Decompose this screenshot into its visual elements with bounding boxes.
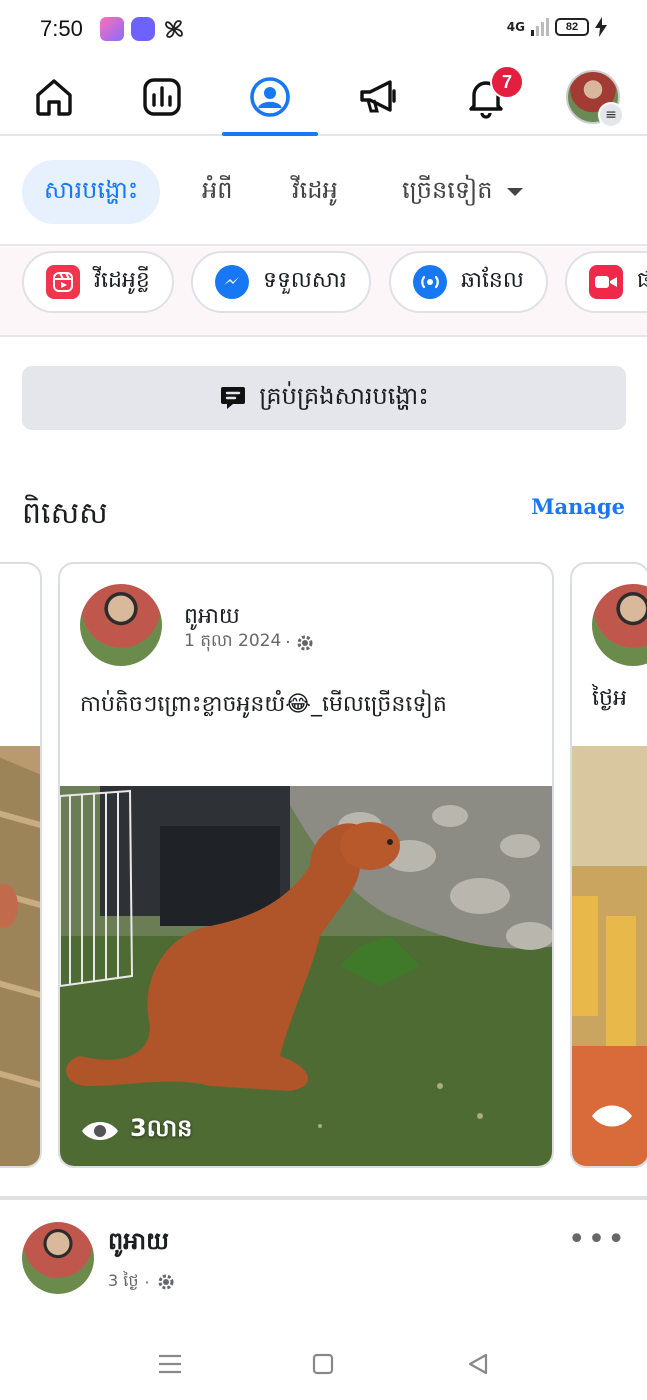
manage-posts-button[interactable]: គ្រប់គ្រងសារបង្ហោះ — [22, 366, 626, 430]
nav-dashboard[interactable] — [114, 66, 210, 128]
chip-live[interactable]: ផ — [565, 251, 647, 313]
manage-posts-label: គ្រប់គ្រងសារបង្ហោះ — [259, 381, 429, 410]
featured-manage-link[interactable]: Manage — [531, 494, 625, 519]
previous-card-media — [0, 746, 40, 1166]
next-card-media — [572, 746, 647, 1166]
chip-messenger[interactable]: ទទួលសារ — [191, 251, 371, 313]
profile-tabs: សារបង្ហោះ អំពី វីដេអូ ច្រើនទៀត — [0, 158, 647, 226]
nav-ads[interactable] — [330, 66, 426, 128]
recent-apps-button[interactable] — [150, 1344, 190, 1384]
card-caption[interactable]: កាប់តិចៗព្រោះខ្លាចអូនយំ😂_មើលច្រើនទៀត — [80, 690, 447, 722]
chip-channel[interactable]: ឆានែល — [389, 251, 548, 313]
card-meta: 1 តុលា 2024 · — [184, 630, 315, 655]
shortcut-chips: វីដេអូខ្លី ទទួលសារ ឆានែល ផ — [0, 247, 647, 335]
home-button[interactable] — [303, 1344, 343, 1384]
meta-separator: · — [285, 632, 291, 653]
menu-icon[interactable]: ≡ — [598, 102, 624, 128]
back-button[interactable] — [458, 1344, 498, 1384]
dog-photo — [60, 786, 552, 1166]
tabs-divider — [0, 244, 647, 246]
back-triangle-icon — [468, 1353, 488, 1375]
next-card-avatar — [592, 584, 647, 666]
square-icon — [312, 1353, 334, 1375]
fan-icon — [162, 17, 186, 41]
author-avatar[interactable] — [80, 584, 162, 666]
system-navigation-bar — [0, 1330, 647, 1400]
tab-posts[interactable]: សារបង្ហោះ — [22, 160, 161, 224]
signal-icon — [531, 18, 549, 36]
menu-lines-icon — [159, 1354, 181, 1374]
dog-video-thumbnail[interactable]: 3លាន — [60, 786, 552, 1166]
next-card-caption: ថ្ងៃអ — [592, 686, 627, 711]
gear-icon — [297, 635, 313, 650]
featured-card-next[interactable]: ថ្ងៃអ — [570, 562, 647, 1168]
status-right: 4G 82 — [507, 17, 607, 37]
caret-down-icon — [507, 188, 524, 196]
nav-home[interactable] — [6, 66, 102, 128]
gear-icon — [158, 1274, 174, 1290]
featured-title: ពិសេស — [22, 496, 108, 531]
nav-profile[interactable] — [222, 66, 318, 128]
views-overlay: 3លាន — [80, 1113, 192, 1148]
views-count: 3លាន — [130, 1114, 193, 1142]
post-author-name[interactable]: ពូអាយ — [108, 1226, 169, 1261]
profile-icon — [250, 77, 290, 117]
charging-icon — [595, 17, 607, 37]
reels-icon — [46, 265, 80, 299]
post-more-options-button[interactable]: ••• — [568, 1222, 627, 1257]
battery-icon: 82 — [555, 18, 589, 36]
top-navigation: 7 ≡ — [0, 58, 647, 136]
tab-videos[interactable]: វីដេអូ — [292, 160, 338, 224]
status-bar: 7:50 4G 82 — [0, 0, 647, 58]
manage-posts-icon — [221, 387, 246, 409]
network-type: 4G — [506, 20, 525, 34]
chip-channel-label: ឆានែល — [461, 268, 524, 293]
status-time: 7:50 — [40, 16, 83, 41]
bar-chart-icon — [143, 78, 181, 116]
tab-more-label: ច្រើនទៀត — [402, 175, 493, 204]
home-icon — [36, 79, 72, 116]
chip-reels[interactable]: វីដេអូខ្លី — [22, 251, 174, 313]
post-meta: 3 ថ្ងៃ · — [108, 1270, 176, 1294]
featured-card-previous[interactable] — [0, 562, 42, 1168]
channel-icon — [413, 265, 447, 299]
eye-icon — [82, 1121, 118, 1140]
post-divider — [0, 1196, 647, 1200]
active-tab-indicator — [222, 132, 318, 136]
megaphone-icon — [360, 80, 396, 113]
post-time: 3 ថ្ងៃ — [108, 1271, 139, 1290]
chip-messenger-label: ទទួលសារ — [263, 268, 347, 293]
featured-card[interactable]: ពូអាយ 1 តុលា 2024 · កាប់តិចៗព្រោះខ្លាចអូ… — [58, 562, 554, 1168]
chip-reels-label: វីដេអូខ្លី — [94, 268, 150, 293]
card-date: 1 តុលា 2024 — [184, 631, 282, 651]
tab-about[interactable]: អំពី — [202, 160, 232, 224]
post-author-avatar[interactable] — [22, 1222, 94, 1294]
notification-badge: 7 — [490, 65, 524, 99]
tab-more[interactable]: ច្រើនទៀត — [402, 160, 524, 224]
chip-live-label: ផ — [637, 268, 647, 293]
post-meta-separator: · — [144, 1272, 150, 1292]
live-video-icon — [589, 265, 623, 299]
weather-app-icon — [131, 17, 155, 41]
photo-app-icon — [100, 17, 124, 41]
messenger-icon — [215, 265, 249, 299]
chips-divider — [0, 335, 647, 337]
